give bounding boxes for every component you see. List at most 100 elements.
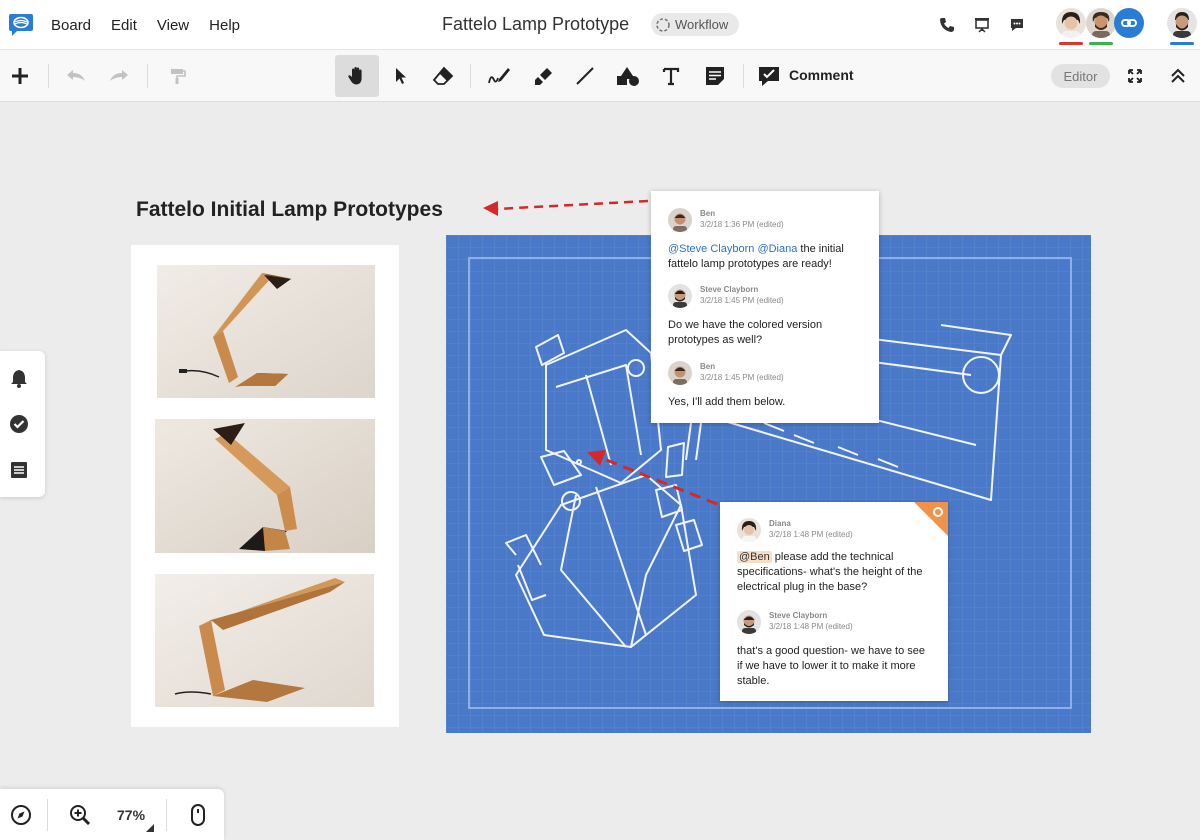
comment-author: Ben xyxy=(700,208,784,219)
comment-time: 3/2/18 1:36 PM (edited) xyxy=(700,219,784,230)
sticky-note-tool[interactable] xyxy=(697,58,733,94)
comment-author: Steve Clayborn xyxy=(769,610,853,621)
link-icon xyxy=(1120,14,1138,32)
left-side-panel xyxy=(0,351,45,497)
zoom-in-icon[interactable] xyxy=(69,804,91,826)
avatar-image xyxy=(1056,8,1086,38)
lamp-photo-image xyxy=(155,419,375,553)
menu-board[interactable]: Board xyxy=(50,17,101,34)
chat-icon[interactable] xyxy=(1008,16,1026,34)
collaborator-avatar[interactable] xyxy=(1056,8,1086,38)
arrow-head-icon xyxy=(483,201,498,216)
collapse-icon xyxy=(1169,67,1187,85)
editor-mode-badge[interactable]: Editor xyxy=(1051,64,1110,88)
collaborator-avatar[interactable] xyxy=(1086,8,1116,38)
share-link-button[interactable] xyxy=(1114,8,1144,38)
redo-button[interactable] xyxy=(101,58,137,94)
eraser-tool[interactable] xyxy=(425,58,461,94)
avatar-image xyxy=(1167,8,1197,38)
highlighter-tool[interactable] xyxy=(525,58,561,94)
lamp-photo[interactable] xyxy=(155,574,374,707)
toolbar-divider xyxy=(470,64,471,88)
text-icon xyxy=(661,66,681,86)
panel-divider xyxy=(47,799,48,831)
comment: Ben 3/2/18 1:36 PM (edited) @Steve Clayb… xyxy=(668,208,868,272)
comment-text: Do we have the colored version prototype… xyxy=(668,318,868,348)
mouse-icon[interactable] xyxy=(189,803,207,827)
menu-edit[interactable]: Edit xyxy=(101,17,147,34)
prototype-photo-card[interactable] xyxy=(131,245,399,727)
zoom-level[interactable]: 77% xyxy=(117,807,145,823)
arrow-line xyxy=(496,201,648,209)
comment-time: 3/2/18 1:48 PM (edited) xyxy=(769,621,853,632)
highlighter-icon xyxy=(532,65,554,87)
bottom-zoom-panel: 77% xyxy=(0,789,224,840)
comment-thread[interactable]: Ben 3/2/18 1:36 PM (edited) @Steve Clayb… xyxy=(651,191,879,423)
lamp-photo-image xyxy=(155,574,374,707)
lamp-photo[interactable] xyxy=(157,265,375,398)
workflow-icon xyxy=(655,17,671,33)
text-tool[interactable] xyxy=(653,58,689,94)
phone-icon[interactable] xyxy=(938,16,956,34)
collaborator-status-bar xyxy=(1089,42,1113,45)
undo-button[interactable] xyxy=(58,58,94,94)
lamp-photo[interactable] xyxy=(155,419,375,553)
comment: Steve Clayborn 3/2/18 1:45 PM (edited) D… xyxy=(668,284,868,348)
comment: Ben 3/2/18 1:45 PM (edited) Yes, I'll ad… xyxy=(668,361,868,410)
format-painter-button[interactable] xyxy=(159,58,195,94)
shapes-icon xyxy=(615,65,641,87)
workflow-button[interactable]: Workflow xyxy=(651,13,739,36)
hand-icon xyxy=(346,65,368,87)
avatar xyxy=(668,208,692,232)
toolbar-divider xyxy=(147,64,148,88)
comment-tool-label[interactable]: Comment xyxy=(789,67,854,83)
comment-text: @Steve Clayborn @Diana the initial fatte… xyxy=(668,242,868,272)
toolbar: Comment Editor xyxy=(0,50,1200,102)
app-logo-icon[interactable] xyxy=(8,11,34,37)
compass-icon[interactable] xyxy=(10,804,32,826)
hand-tool[interactable] xyxy=(335,55,379,97)
bell-icon[interactable] xyxy=(9,368,29,388)
presentation-icon[interactable] xyxy=(973,16,991,34)
sticky-note-icon xyxy=(704,65,726,87)
menu-bar: Board Edit View Help Fattelo Lamp Protot… xyxy=(0,0,1200,50)
panel-divider xyxy=(166,799,167,831)
mention[interactable]: @Ben xyxy=(737,551,772,563)
avatar xyxy=(737,610,761,634)
fullscreen-icon xyxy=(1127,68,1143,84)
pointer-tool[interactable] xyxy=(382,58,418,94)
menu-help[interactable]: Help xyxy=(199,17,250,34)
mention[interactable]: @Steve Clayborn xyxy=(668,243,754,255)
menu-view[interactable]: View xyxy=(147,17,199,34)
pointer-icon xyxy=(391,66,409,86)
comment-icon xyxy=(757,65,781,87)
main-menu: Board Edit View Help xyxy=(50,0,250,50)
avatar xyxy=(668,284,692,308)
lamp-photo-image xyxy=(157,265,375,398)
comment-tool[interactable] xyxy=(751,58,787,94)
comment-text: that's a good question- we have to see i… xyxy=(737,644,927,689)
my-avatar[interactable] xyxy=(1167,8,1197,38)
undo-icon xyxy=(65,67,87,85)
check-circle-icon[interactable] xyxy=(9,414,29,434)
fullscreen-button[interactable] xyxy=(1117,58,1153,94)
zoom-dropdown-icon[interactable] xyxy=(146,824,154,832)
pen-icon xyxy=(487,65,511,87)
canvas-title[interactable]: Fattelo Initial Lamp Prototypes xyxy=(136,198,443,222)
eraser-icon xyxy=(432,66,454,86)
add-button[interactable] xyxy=(2,58,38,94)
comment-time: 3/2/18 1:45 PM (edited) xyxy=(700,372,784,383)
list-icon[interactable] xyxy=(9,460,29,480)
comment: Steve Clayborn 3/2/18 1:48 PM (edited) t… xyxy=(737,610,937,689)
board-title[interactable]: Fattelo Lamp Prototype xyxy=(442,14,629,35)
collapse-toolbar-button[interactable] xyxy=(1160,58,1196,94)
collaborator-status-bar xyxy=(1059,42,1083,45)
pen-tool[interactable] xyxy=(481,58,517,94)
line-tool[interactable] xyxy=(567,58,603,94)
comment-text: @Ben please add the technical specificat… xyxy=(737,550,927,595)
comment-thread[interactable]: Diana 3/2/18 1:48 PM (edited) @Ben pleas… xyxy=(720,502,948,701)
shapes-tool[interactable] xyxy=(610,58,646,94)
mention[interactable]: @Diana xyxy=(757,243,797,255)
avatar-image xyxy=(1086,8,1116,38)
comment-author: Steve Clayborn xyxy=(700,284,784,295)
